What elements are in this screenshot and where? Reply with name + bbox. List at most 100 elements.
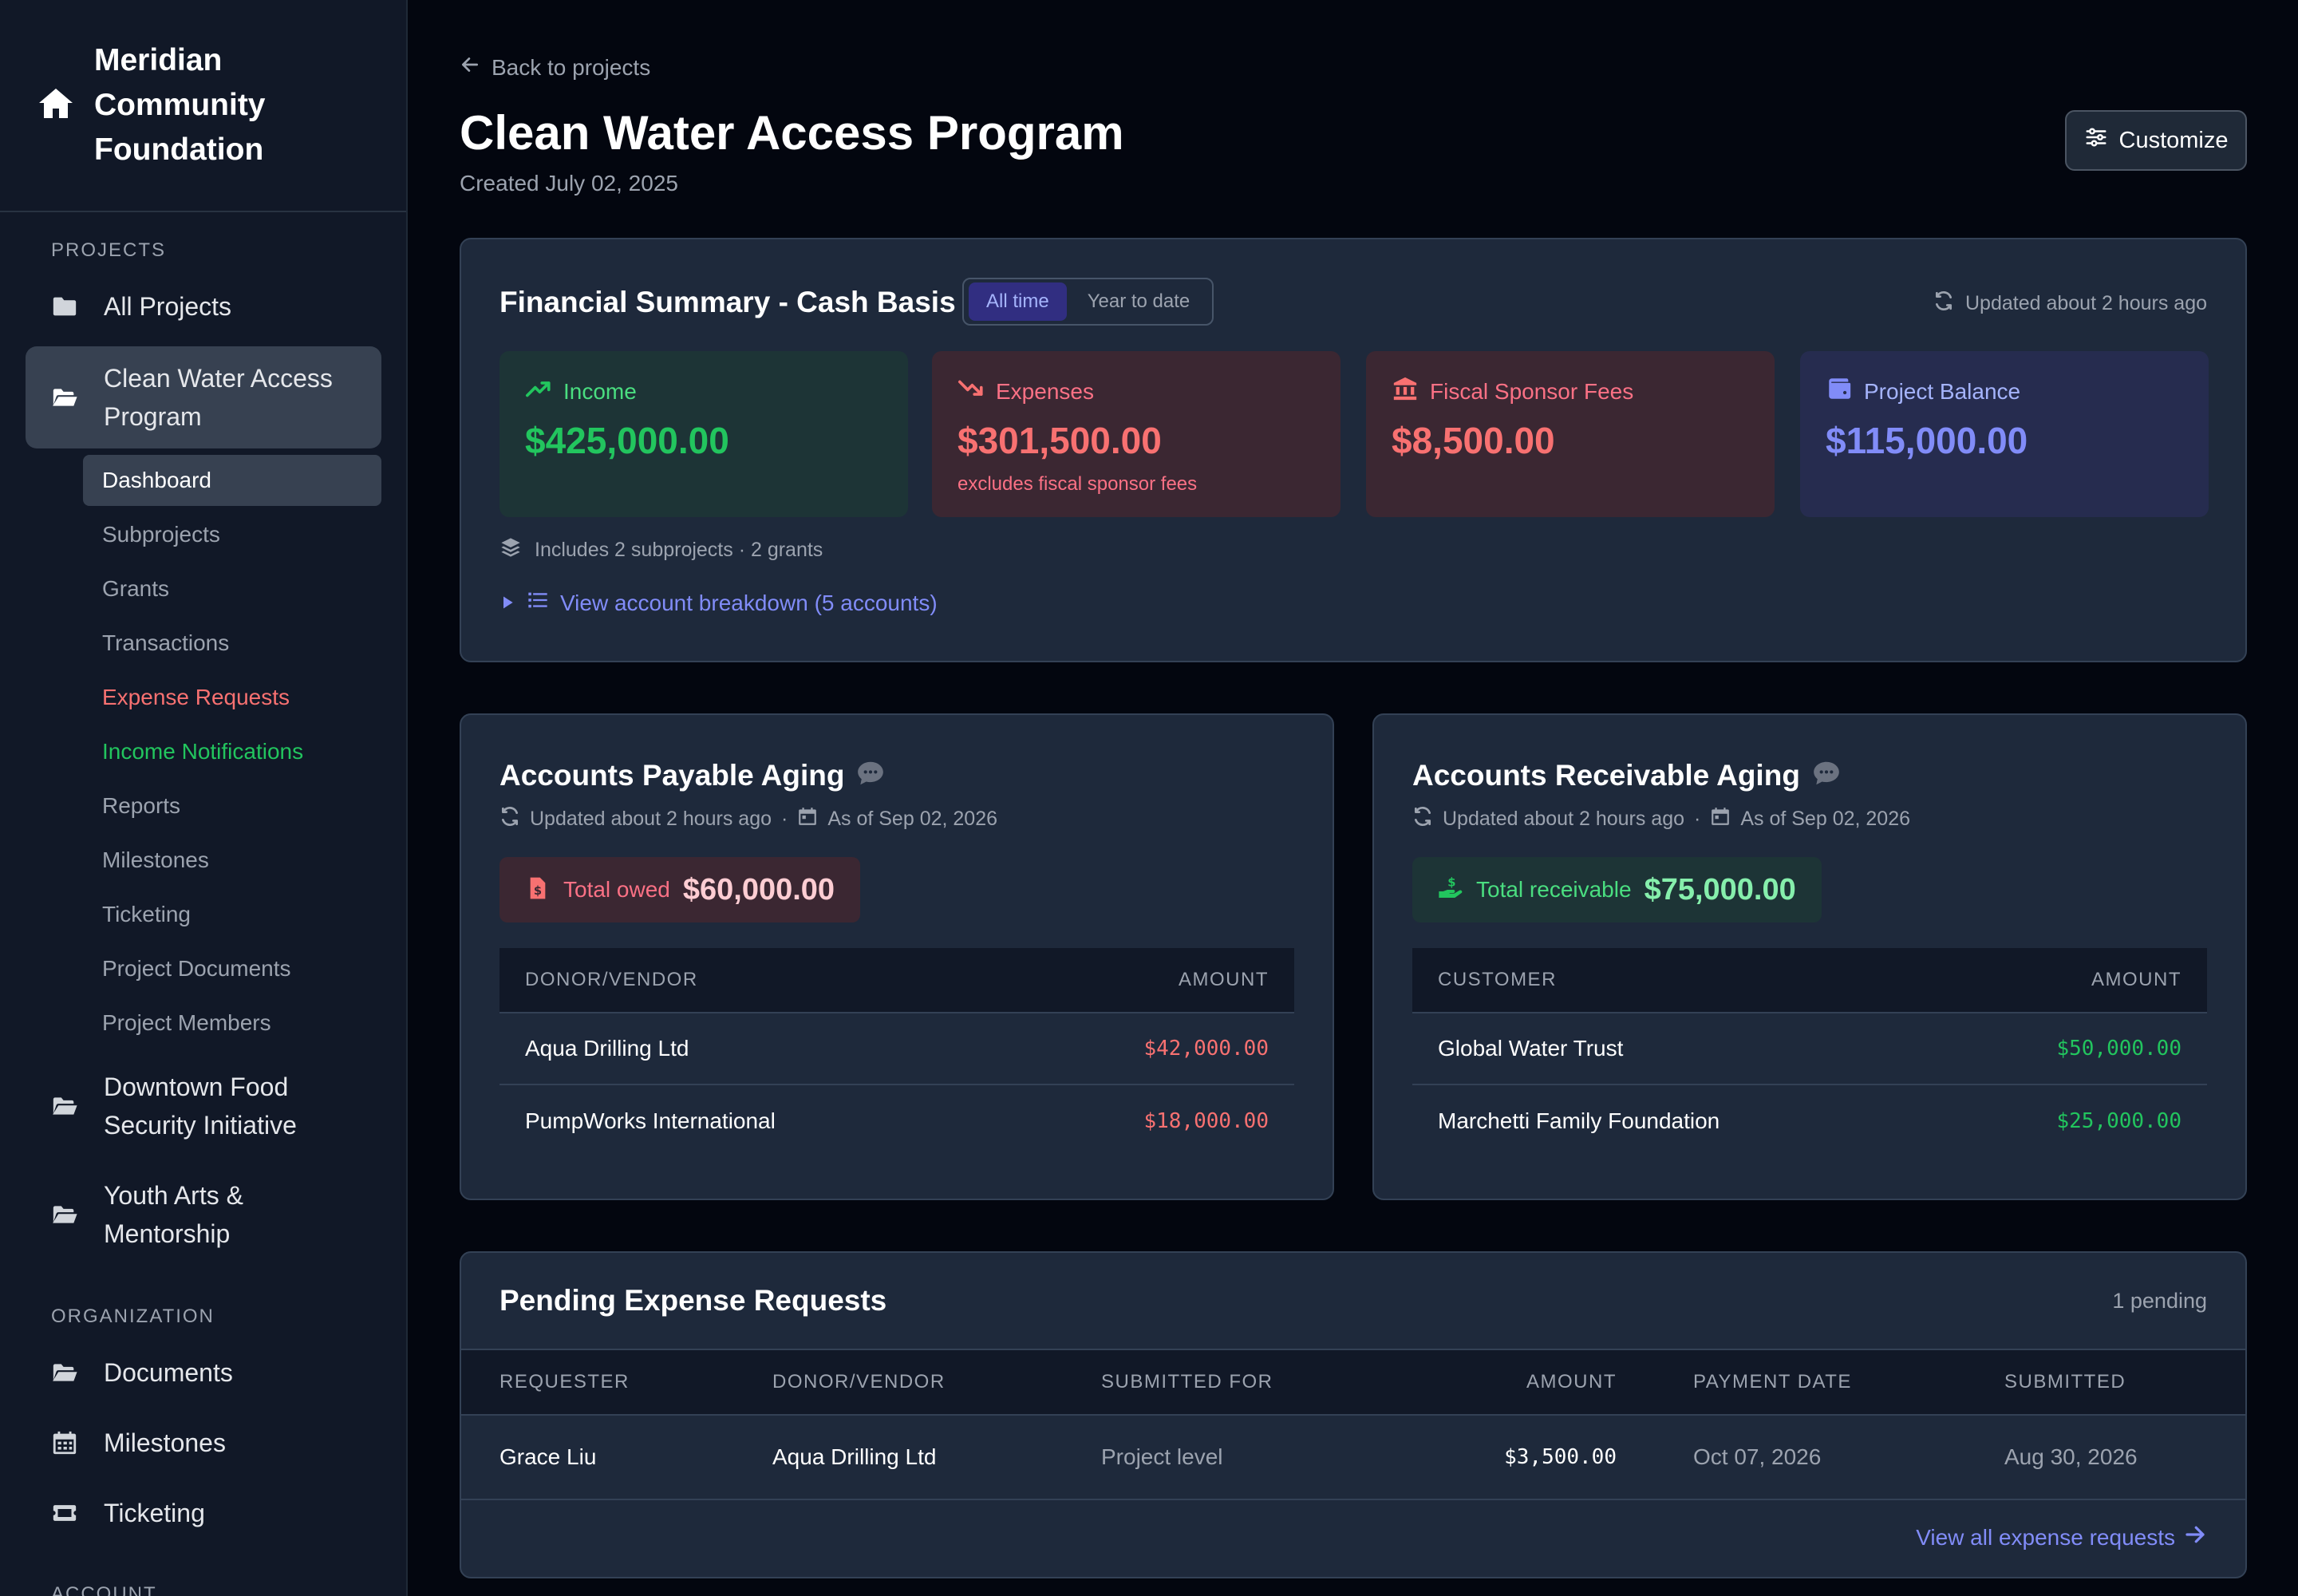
back-link-label: Back to projects [492, 54, 651, 80]
trend-up-icon [525, 375, 552, 408]
customer-amount: $50,000.00 [2056, 1037, 2182, 1061]
receivable-updated: Updated about 2 hours ago [1443, 808, 1685, 830]
summary-updated: Updated about 2 hours ago [1933, 290, 2207, 317]
vendor-name: Aqua Drilling Ltd [525, 1036, 689, 1061]
sidebar-subitem-ticketing[interactable]: Ticketing [83, 889, 381, 940]
comment-icon[interactable] [855, 758, 886, 792]
period-toggle: All time Year to date [962, 278, 1214, 326]
column-header-donor-vendor[interactable]: DONOR/VENDOR [525, 969, 698, 991]
arrow-left-icon [460, 54, 480, 81]
includes-summary: Includes 2 subprojects · 2 grants [499, 536, 823, 564]
request-submitted-date: Aug 30, 2026 [2004, 1444, 2138, 1469]
layers-icon [499, 536, 522, 564]
list-icon [527, 589, 549, 617]
column-header-payment-date[interactable]: PAYMENT DATE [1693, 1371, 1852, 1393]
customer-name: Marchetti Family Foundation [1438, 1108, 1720, 1133]
folder-open-icon [49, 382, 80, 413]
sidebar-subitem-income-notifications[interactable]: Income Notifications [83, 726, 381, 777]
trend-down-icon [958, 375, 985, 408]
column-header-donor-vendor[interactable]: DONOR/VENDOR [772, 1371, 946, 1393]
projects-section-label: PROJECTS [51, 239, 167, 261]
column-header-submitted[interactable]: SUBMITTED [2004, 1371, 2126, 1393]
toggle-all-time[interactable]: All time [969, 282, 1067, 321]
ticket-icon [49, 1498, 80, 1528]
vendor-amount: $18,000.00 [1143, 1109, 1269, 1133]
customize-label: Customize [2118, 127, 2229, 153]
sidebar-subitem-dashboard[interactable]: Dashboard [83, 455, 381, 506]
wallet-icon [1826, 375, 1853, 408]
customize-button[interactable]: Customize [2065, 110, 2247, 171]
table-row[interactable]: Grace Liu Aqua Drilling Ltd Project leve… [461, 1416, 2245, 1500]
table-row[interactable]: PumpWorks International $18,000.00 [499, 1085, 1294, 1157]
sidebar-subitem-milestones[interactable]: Milestones [83, 835, 381, 886]
payable-as-of: As of Sep 02, 2026 [827, 808, 998, 830]
folder-open-icon [49, 1357, 80, 1388]
sidebar-item-all-projects[interactable]: All Projects [26, 281, 381, 332]
income-value: $425,000.00 [525, 420, 729, 461]
account-breakdown-toggle[interactable]: View account breakdown (5 accounts) [499, 589, 938, 617]
request-vendor: Aqua Drilling Ltd [772, 1444, 937, 1469]
request-payment-date: Oct 07, 2026 [1693, 1444, 1822, 1469]
fees-value: $8,500.00 [1392, 420, 1555, 461]
toggle-year-to-date[interactable]: Year to date [1070, 282, 1208, 321]
brand-header[interactable]: Meridian Community Foundation [0, 0, 406, 212]
back-to-projects-link[interactable]: Back to projects [460, 54, 650, 81]
summary-updated-text: Updated about 2 hours ago [1964, 292, 2207, 314]
request-amount: $3,500.00 [1504, 1445, 1617, 1469]
sidebar-item-label: Youth Arts & Mentorship [104, 1181, 243, 1248]
sidebar-subitem-grants[interactable]: Grants [83, 563, 381, 614]
sidebar-subitem-subprojects[interactable]: Subprojects [83, 509, 381, 560]
column-header-submitted-for[interactable]: SUBMITTED FOR [1101, 1371, 1273, 1393]
table-row[interactable]: Aqua Drilling Ltd $42,000.00 [499, 1013, 1294, 1085]
sidebar-subitem-project-documents[interactable]: Project Documents [83, 943, 381, 994]
total-receivable-box: $ Total receivable $75,000.00 [1412, 857, 1822, 922]
table-row[interactable]: Global Water Trust $50,000.00 [1412, 1013, 2207, 1085]
column-header-amount[interactable]: AMOUNT [1179, 969, 1269, 991]
svg-text:$: $ [534, 884, 542, 898]
receivable-meta: Updated about 2 hours ago · As of Sep 02… [1412, 806, 1910, 832]
sidebar-item-ticketing[interactable]: Ticketing [26, 1487, 381, 1539]
expenses-note: excludes fiscal sponsor fees [958, 473, 1198, 495]
sidebar-item-downtown-food-security[interactable]: Downtown Food Security Initiative [26, 1066, 381, 1146]
sidebar-subitem-expense-requests[interactable]: Expense Requests [83, 672, 381, 723]
sidebar-item-label: Downtown Food Security Initiative [104, 1073, 297, 1140]
sidebar-item-label: Ticketing [104, 1499, 205, 1527]
accounts-payable-card: Accounts Payable Aging Updated about 2 h… [460, 713, 1334, 1200]
sidebar-subitem-reports[interactable]: Reports [83, 780, 381, 832]
breakdown-link-label: View account breakdown (5 accounts) [560, 590, 938, 615]
meta-separator: · [1694, 808, 1701, 830]
comment-icon[interactable] [1811, 758, 1842, 792]
sidebar-item-clean-water-access-program[interactable]: Clean Water Access Program [26, 346, 381, 448]
pending-table-header: REQUESTER DONOR/VENDOR SUBMITTED FOR AMO… [461, 1350, 2245, 1416]
organization-name: Meridian Community Foundation [94, 43, 266, 167]
created-date: Created July 02, 2025 [460, 171, 678, 196]
column-header-customer[interactable]: CUSTOMER [1438, 969, 1557, 991]
sidebar-item-youth-arts-mentorship[interactable]: Youth Arts & Mentorship [26, 1175, 381, 1254]
expenses-label: Expenses [996, 378, 1094, 404]
column-header-amount[interactable]: AMOUNT [1526, 1371, 1617, 1393]
receivable-title: Accounts Receivable Aging [1412, 758, 1800, 792]
sidebar-item-documents[interactable]: Documents [26, 1347, 381, 1398]
total-owed-value: $60,000.00 [682, 872, 835, 907]
svg-text:$: $ [1447, 875, 1455, 889]
column-header-requester[interactable]: REQUESTER [499, 1371, 630, 1393]
sidebar-subitem-project-members[interactable]: Project Members [83, 998, 381, 1049]
sliders-icon [2084, 125, 2108, 156]
meta-separator: · [781, 808, 788, 830]
table-row[interactable]: Marchetti Family Foundation $25,000.00 [1412, 1085, 2207, 1157]
sidebar-subitem-transactions[interactable]: Transactions [83, 618, 381, 669]
column-header-amount[interactable]: AMOUNT [2091, 969, 2182, 991]
calendar-icon [797, 806, 818, 832]
arrow-right-icon [2183, 1523, 2207, 1552]
view-all-expense-requests-link[interactable]: View all expense requests [1916, 1523, 2207, 1552]
income-stat: Income $425,000.00 [499, 351, 908, 517]
sidebar-item-milestones[interactable]: Milestones [26, 1417, 381, 1468]
fiscal-sponsor-fees-stat: Fiscal Sponsor Fees $8,500.00 [1366, 351, 1775, 517]
project-balance-stat: Project Balance $115,000.00 [1800, 351, 2209, 517]
pending-title: Pending Expense Requests [499, 1284, 887, 1317]
accounts-receivable-card: Accounts Receivable Aging Updated about … [1372, 713, 2247, 1200]
balance-label: Project Balance [1864, 378, 2021, 404]
sidebar-item-label: Clean Water Access Program [104, 364, 333, 431]
financial-summary-title: Financial Summary - Cash Basis [499, 286, 956, 318]
view-all-label: View all expense requests [1916, 1524, 2175, 1550]
